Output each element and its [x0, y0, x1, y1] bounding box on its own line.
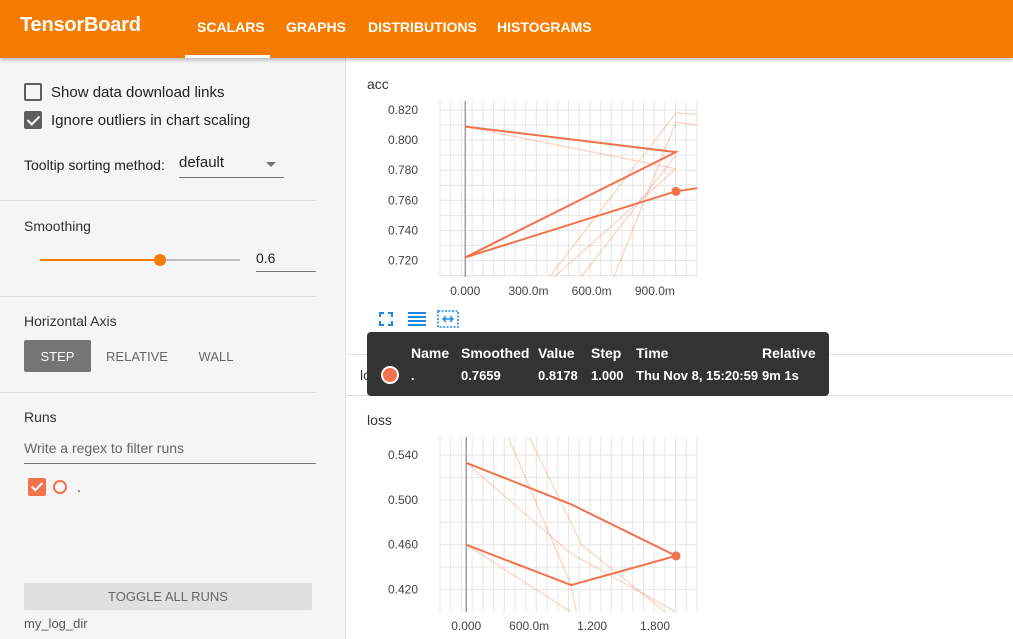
highlight-point: [671, 186, 681, 196]
x-tick-label: 0.000: [450, 284, 480, 298]
x-tick-label: 0.000: [451, 619, 481, 633]
raw-series-line: [528, 437, 667, 612]
log-scale-icon[interactable]: [406, 308, 428, 330]
smoothed-series-line: [464, 125, 697, 259]
smoothing-slider-fill: [40, 259, 160, 261]
acc-chart[interactable]: 0.720 0.740 0.760 0.780 0.800 0.820 0.000 300.0…: [347, 96, 707, 306]
tooltip-header-value: Value: [538, 345, 575, 361]
divider: [0, 200, 316, 201]
tooltip-sorting-value: default: [179, 154, 225, 171]
tab-histograms[interactable]: HISTOGRAMS: [497, 19, 592, 35]
tooltip-cell-value: 0.8178: [538, 368, 578, 383]
axis-relative-button[interactable]: RELATIVE: [98, 340, 176, 372]
run-checkbox[interactable]: [28, 478, 46, 496]
x-tick-label: 600.0m: [509, 619, 549, 633]
show-download-links-checkbox[interactable]: [24, 83, 42, 101]
active-tab-indicator: [185, 55, 270, 58]
run-item[interactable]: .: [28, 478, 81, 496]
y-tick-label: 0.800: [388, 133, 418, 147]
axis-wall-button[interactable]: WALL: [186, 340, 246, 372]
chart-tooltip: Name Smoothed Value Step Time Relative .…: [367, 332, 829, 396]
raw-series-line: [580, 154, 677, 277]
tooltip-header-name: Name: [411, 345, 450, 361]
tooltip-header-time: Time: [636, 345, 669, 361]
divider: [0, 296, 316, 297]
y-tick-label: 0.500: [388, 493, 418, 507]
tab-graphs[interactable]: GRAPHS: [286, 19, 346, 35]
smoothing-slider-knob[interactable]: [154, 254, 166, 266]
x-tick-label: 900.0m: [635, 284, 675, 298]
run-name: .: [77, 479, 81, 495]
fullscreen-icon[interactable]: [375, 308, 397, 330]
runs-title: Runs: [24, 409, 57, 425]
loss-chart[interactable]: 0.420 0.460 0.500 0.540 0.000 600.0m 1.200 1.80…: [347, 432, 707, 639]
x-tick-label: 1.200: [577, 619, 607, 633]
tab-distributions[interactable]: DISTRIBUTIONS: [368, 19, 477, 35]
loss-chart-title: loss: [367, 412, 392, 428]
horizontal-axis-title: Horizontal Axis: [24, 313, 117, 329]
smoothing-title: Smoothing: [24, 218, 91, 234]
highlight-point: [671, 551, 681, 561]
top-app-bar: TensorBoard SCALARS GRAPHS DISTRIBUTIONS…: [0, 0, 1013, 58]
x-tick-label: 300.0m: [508, 284, 548, 298]
ignore-outliers-label: Ignore outliers in chart scaling: [51, 111, 251, 129]
x-tick-label: 600.0m: [572, 284, 612, 298]
x-tick-label: 1.800: [640, 619, 670, 633]
tooltip-header-relative: Relative: [762, 345, 816, 361]
log-dir-label: my_log_dir: [24, 616, 88, 631]
tooltip-cell-time: Thu Nov 8, 15:20:59: [636, 368, 759, 383]
ignore-outliers-option[interactable]: Ignore outliers in chart scaling: [24, 111, 250, 129]
chart-controls: [375, 308, 468, 330]
divider: [0, 392, 316, 393]
smoothing-input[interactable]: 0.6: [256, 250, 316, 272]
sidebar: Show data download links Ignore outliers…: [0, 58, 346, 639]
y-tick-label: 0.540: [388, 448, 418, 462]
show-download-links-label: Show data download links: [51, 83, 225, 101]
y-tick-label: 0.760: [388, 193, 418, 207]
show-download-links-option[interactable]: Show data download links: [24, 83, 224, 101]
tooltip-cell-name: .: [411, 368, 415, 383]
app-brand: TensorBoard: [20, 14, 141, 36]
tooltip-cell-step: 1.000: [591, 368, 624, 383]
smoothing-slider[interactable]: [40, 254, 240, 266]
toggle-all-runs-button[interactable]: TOGGLE ALL RUNS: [24, 583, 312, 610]
y-tick-label: 0.740: [388, 223, 418, 237]
tooltip-cell-smoothed: 0.7659: [461, 368, 501, 383]
run-color-icon: [381, 366, 399, 384]
y-tick-label: 0.460: [388, 538, 418, 552]
tooltip-sorting-select[interactable]: default: [179, 154, 284, 178]
tooltip-header-step: Step: [591, 345, 622, 361]
y-tick-label: 0.820: [388, 103, 418, 117]
ignore-outliers-checkbox[interactable]: [24, 111, 42, 129]
tab-scalars[interactable]: SCALARS: [197, 19, 265, 35]
y-tick-label: 0.720: [388, 253, 418, 267]
acc-chart-title: acc: [367, 76, 389, 92]
y-tick-label: 0.780: [388, 163, 418, 177]
run-filter-input[interactable]: Write a regex to filter runs: [24, 440, 316, 464]
tooltip-cell-relative: 9m 1s: [762, 368, 799, 383]
fit-domain-icon[interactable]: [437, 308, 459, 330]
tooltip-header-smoothed: Smoothed: [461, 345, 530, 361]
axis-step-button[interactable]: STEP: [24, 340, 91, 372]
chevron-down-icon: [266, 162, 276, 167]
tooltip-sorting-label: Tooltip sorting method:: [24, 157, 165, 173]
y-tick-label: 0.420: [388, 583, 418, 597]
run-color-icon: [53, 480, 67, 494]
